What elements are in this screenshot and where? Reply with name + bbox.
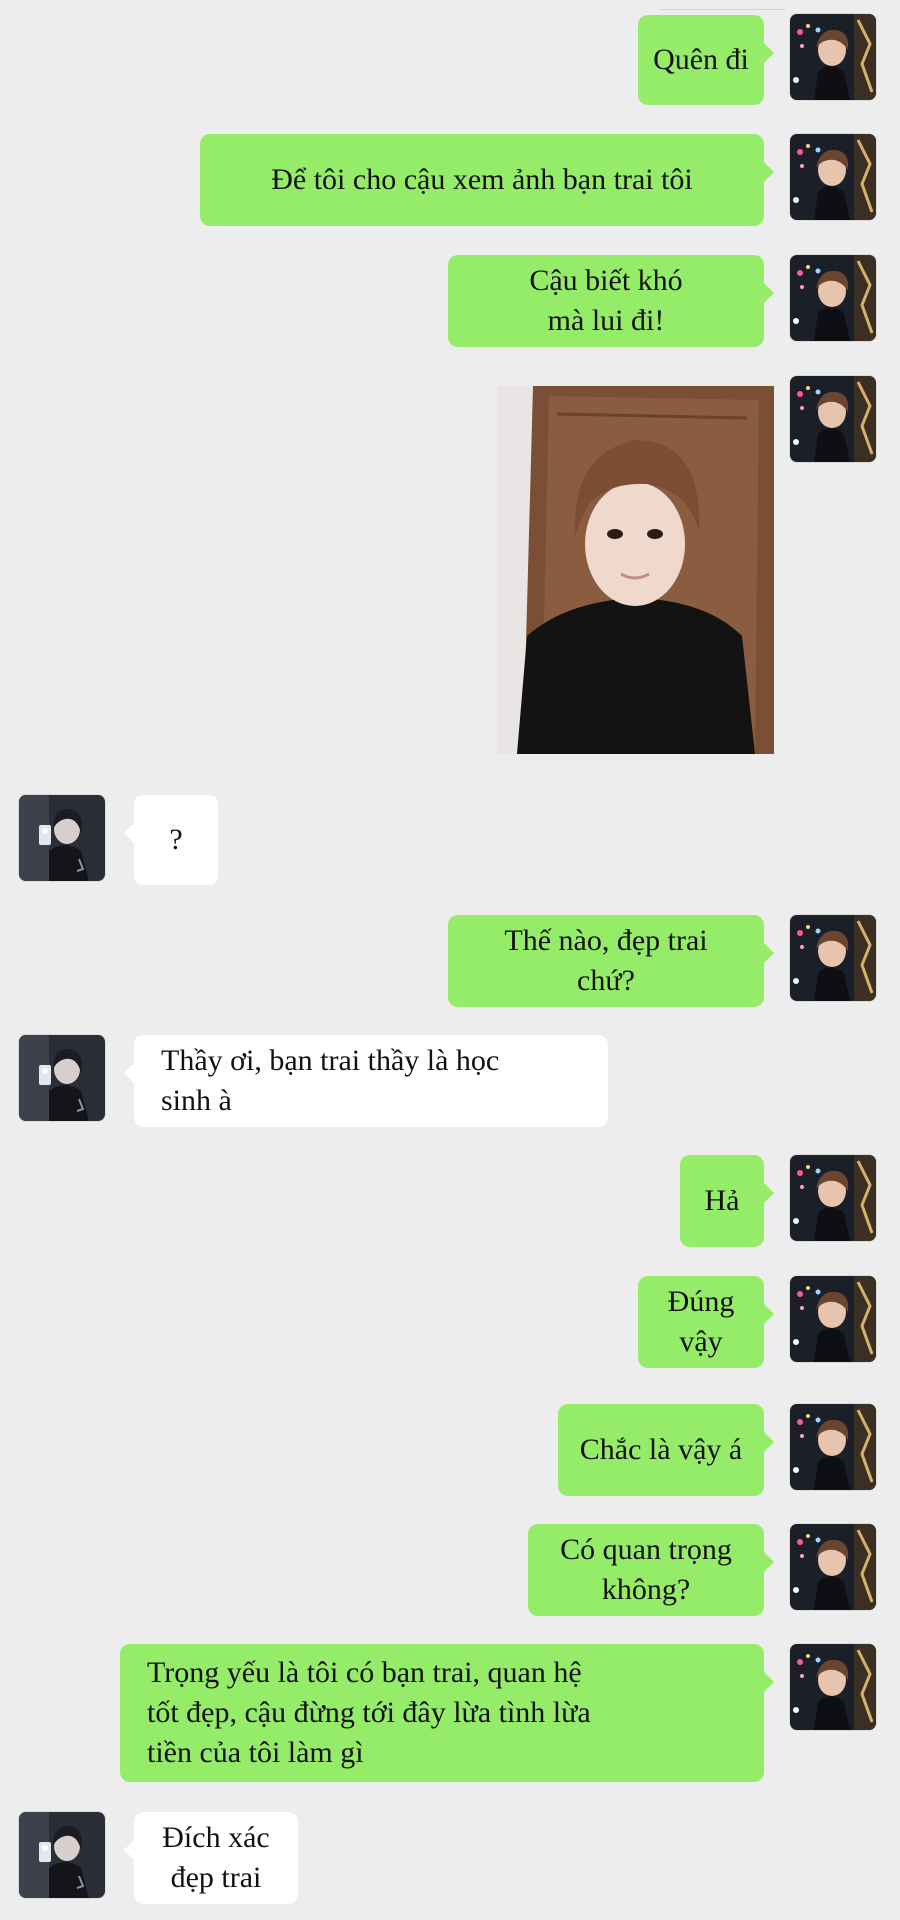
message-bubble-sent[interactable]: Trọng yếu là tôi có bạn trai, quan hệ tố… [120, 1644, 774, 1782]
message-text: Thế nào, đẹp trai chứ? [504, 924, 708, 997]
avatar-me-icon[interactable] [790, 255, 876, 341]
message-bubble-received[interactable]: Đích xác đẹp trai [124, 1812, 298, 1904]
avatar-me-icon[interactable] [790, 1276, 876, 1362]
avatar-me-icon[interactable] [790, 134, 876, 220]
photo-message[interactable] [497, 386, 774, 754]
avatar-me-icon[interactable] [790, 14, 876, 100]
divider [660, 9, 785, 10]
avatar-them-icon[interactable] [19, 1812, 105, 1898]
message-bubble-sent[interactable]: Thế nào, đẹp trai chứ? [448, 915, 774, 1007]
message-text: Có quan trọng không? [560, 1533, 732, 1606]
avatar-me-icon[interactable] [790, 1524, 876, 1610]
message-text: Trọng yếu là tôi có bạn trai, quan hệ tố… [147, 1656, 591, 1769]
message-bubble-sent[interactable]: Chắc là vậy á [558, 1404, 774, 1496]
message-bubble-sent[interactable]: Quên đi [638, 15, 774, 105]
message-bubble-sent[interactable]: Có quan trọng không? [528, 1524, 774, 1616]
avatar-me-icon[interactable] [790, 1404, 876, 1490]
avatar-them-icon[interactable] [19, 1035, 105, 1121]
avatar-me-icon[interactable] [790, 915, 876, 1001]
message-text: Thầy ơi, bạn trai thầy là học sinh à [161, 1044, 500, 1117]
message-text: Đúng vậy [667, 1285, 735, 1358]
message-bubble-received[interactable]: ? [124, 795, 218, 885]
message-bubble-sent[interactable]: Hả [680, 1155, 774, 1247]
message-text: Quên đi [653, 43, 749, 76]
avatar-them-icon[interactable] [19, 795, 105, 881]
message-text: Chắc là vậy á [579, 1433, 743, 1466]
message-bubble-sent[interactable]: Đúng vậy [638, 1276, 774, 1368]
avatar-me-icon[interactable] [790, 1644, 876, 1730]
message-text: Hả [704, 1184, 740, 1217]
message-text: Cậu biết khó mà lui đi! [529, 264, 683, 337]
message-bubble-received[interactable]: Thầy ơi, bạn trai thầy là học sinh à [124, 1035, 608, 1127]
boyfriend-selfie-photo-icon [497, 386, 774, 754]
message-text: ? [169, 823, 183, 856]
message-text: Đích xác đẹp trai [162, 1821, 270, 1894]
avatar-me-icon[interactable] [790, 376, 876, 462]
message-bubble-sent[interactable]: Để tôi cho cậu xem ảnh bạn trai tôi [200, 134, 774, 226]
message-bubble-sent[interactable]: Cậu biết khó mà lui đi! [448, 255, 774, 347]
avatar-me-icon[interactable] [790, 1155, 876, 1241]
message-text: Để tôi cho cậu xem ảnh bạn trai tôi [271, 163, 693, 196]
